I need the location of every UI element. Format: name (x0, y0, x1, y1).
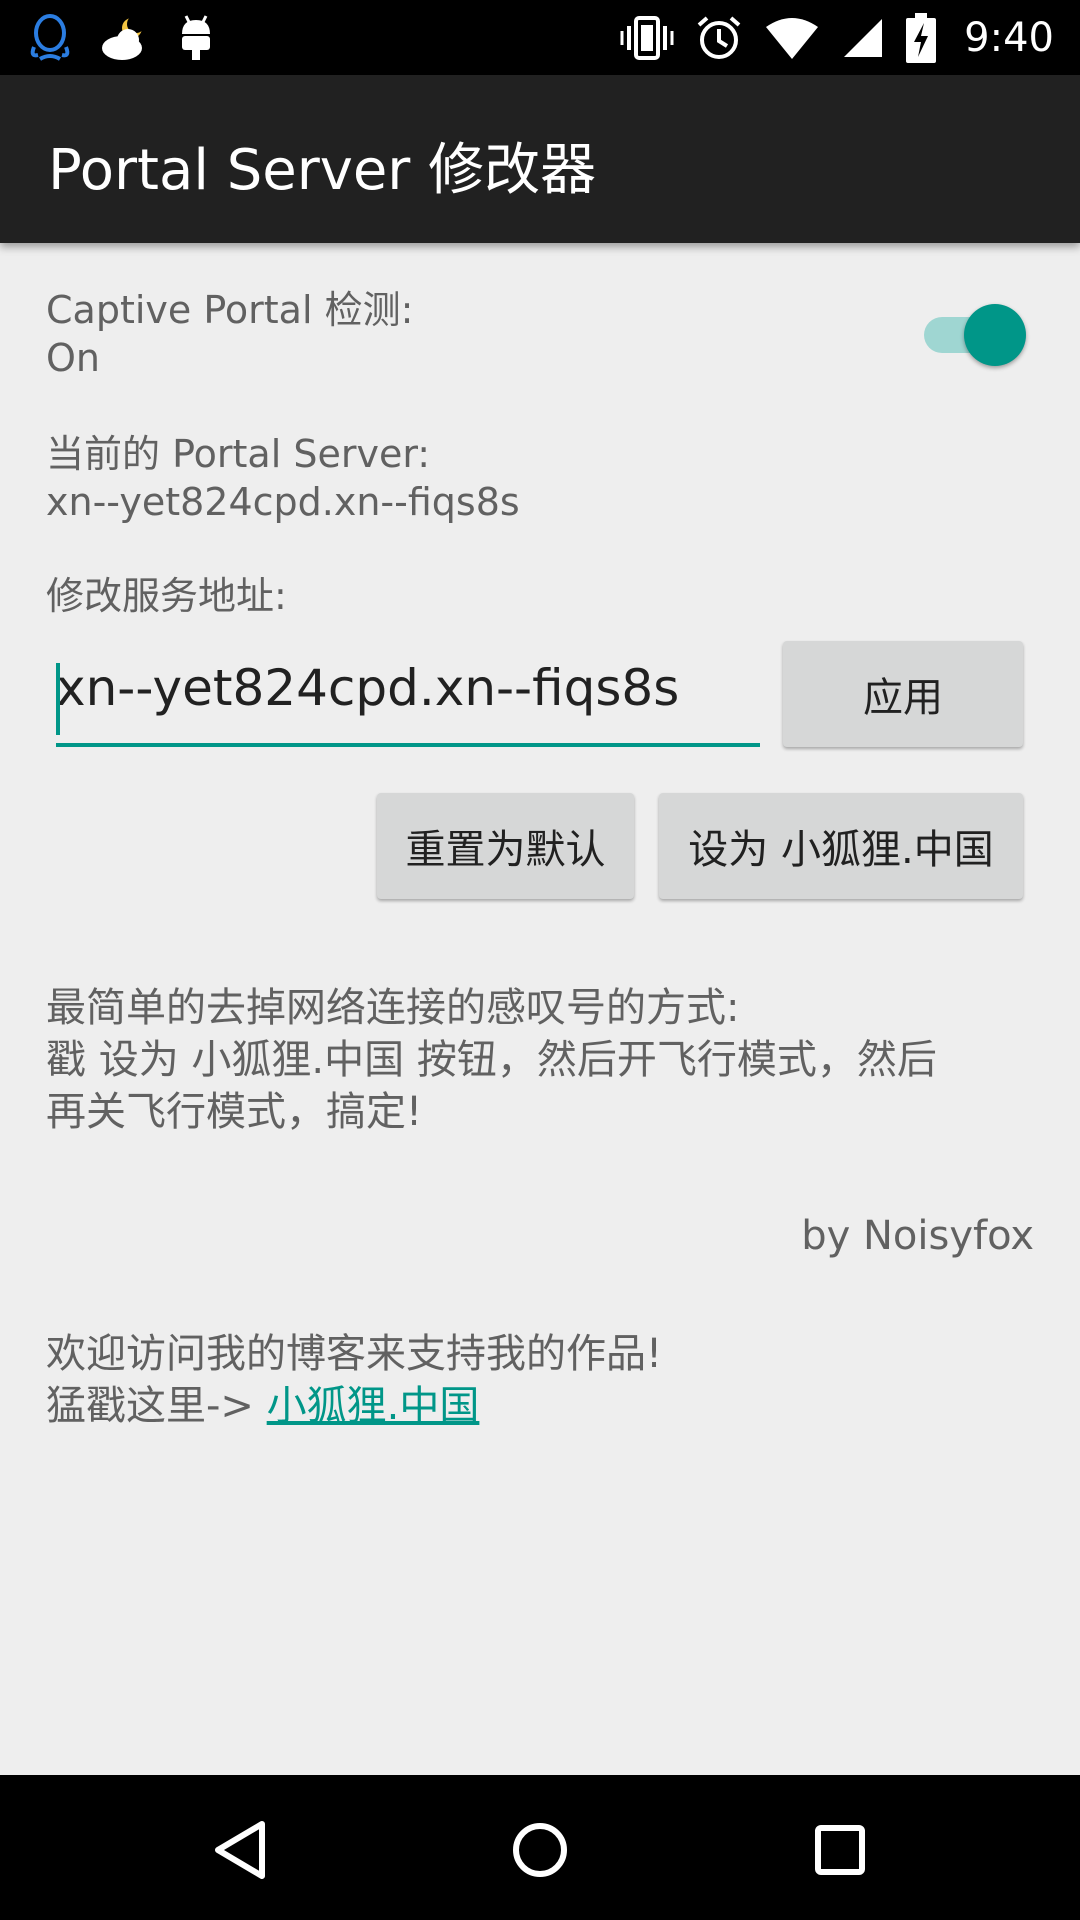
captive-portal-label: Captive Portal 检测: (46, 288, 414, 332)
weather-icon (102, 14, 145, 60)
current-server-label: 当前的 Portal Server: (46, 432, 431, 476)
current-server-value: xn--yet824cpd.xn--fiqs8s (46, 480, 520, 524)
modify-address-label: 修改服务地址: (46, 574, 287, 618)
blog-link-prefix: 猛戳这里-> (46, 1383, 267, 1429)
text-cursor (56, 663, 60, 735)
blog-text: 欢迎访问我的博客来支持我的作品! 猛戳这里-> 小狐狸.中国 (46, 1328, 662, 1432)
signal-icon (844, 18, 883, 57)
vibrate-icon (620, 15, 674, 60)
wifi-icon (766, 17, 819, 59)
author-credit: by Noisyfox (801, 1213, 1034, 1259)
recents-icon (815, 1825, 865, 1875)
back-icon (215, 1821, 265, 1879)
blog-link[interactable]: 小狐狸.中国 (267, 1383, 480, 1429)
screen: 9:40 Portal Server 修改器 Captive Portal 检测… (0, 0, 1080, 1920)
android-debug-icon (182, 14, 210, 60)
blog-line: 猛戳这里-> 小狐狸.中国 (46, 1380, 662, 1432)
tips-line: 戳 设为 小狐狸.中国 按钮，然后开飞行模式，然后 (46, 1037, 937, 1083)
server-address-input-value: xn--yet824cpd.xn--fiqs8s (56, 659, 680, 717)
blog-line: 欢迎访问我的博客来支持我的作品! (46, 1331, 663, 1377)
reset-default-button[interactable]: 重置为默认 (377, 793, 634, 899)
captive-portal-switch[interactable] (922, 298, 1026, 366)
apply-button[interactable]: 应用 (783, 641, 1023, 747)
qq-icon (30, 13, 70, 61)
home-button[interactable] (480, 1795, 600, 1905)
home-icon (513, 1823, 567, 1877)
input-underline (56, 743, 760, 747)
recents-button[interactable] (780, 1795, 900, 1905)
alarm-icon (697, 15, 741, 59)
tips-line: 最简单的去掉网络连接的感叹号的方式: (46, 985, 740, 1031)
back-button[interactable] (180, 1795, 300, 1905)
app-bar: Portal Server 修改器 (0, 75, 1080, 243)
set-fox-button[interactable]: 设为 小狐狸.中国 (659, 793, 1023, 899)
battery-charging-icon (906, 12, 937, 63)
tips-text: 最简单的去掉网络连接的感叹号的方式: 戳 设为 小狐狸.中国 按钮，然后开飞行模… (46, 982, 937, 1138)
status-bar: 9:40 (0, 0, 1080, 75)
status-time: 9:40 (964, 14, 1054, 61)
main-content: Captive Portal 检测: On 当前的 Portal Server:… (0, 243, 1080, 1775)
navigation-bar (0, 1775, 1080, 1920)
app-title: Portal Server 修改器 (48, 138, 597, 203)
captive-portal-status: On (46, 336, 100, 380)
switch-thumb (964, 304, 1026, 366)
tips-line: 再关飞行模式，搞定! (46, 1089, 423, 1135)
server-address-input[interactable]: xn--yet824cpd.xn--fiqs8s (56, 639, 760, 749)
